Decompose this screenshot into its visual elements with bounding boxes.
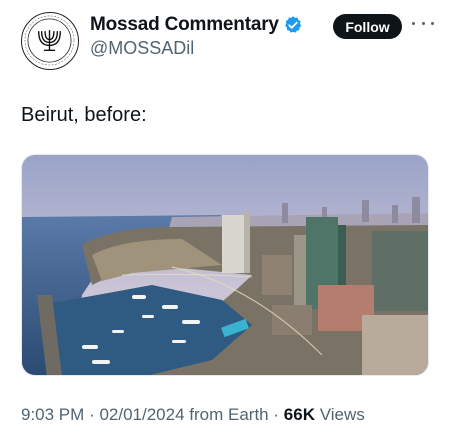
display-name[interactable]: Mossad Commentary: [90, 14, 279, 36]
follow-button[interactable]: Follow: [333, 14, 402, 39]
mossad-emblem-icon: [24, 15, 75, 66]
city-photo: [22, 155, 428, 375]
more-options-icon[interactable]: [412, 16, 434, 30]
avatar[interactable]: [21, 12, 79, 70]
tweet-text: Beirut, before:: [21, 104, 147, 126]
tweet-source: from Earth: [189, 405, 269, 424]
more-dot: [431, 21, 434, 25]
views-count[interactable]: 66K: [284, 405, 315, 424]
author-handle[interactable]: @MOSSADil: [90, 38, 194, 59]
author-name-row[interactable]: Mossad Commentary: [90, 12, 303, 38]
more-dot: [421, 21, 425, 25]
tweet-photo[interactable]: [21, 154, 429, 376]
tweet-meta: 9:03 PM · 02/01/2024 from Earth · 66K Vi…: [21, 405, 365, 425]
verified-badge-icon: [284, 16, 301, 33]
meta-separator: ·: [273, 405, 280, 424]
more-dot: [412, 21, 415, 25]
tweet-time[interactable]: 9:03 PM: [21, 405, 84, 424]
tweet-date[interactable]: 02/01/2024: [99, 405, 184, 424]
meta-separator: ·: [89, 405, 95, 424]
views-label: Views: [319, 405, 365, 424]
